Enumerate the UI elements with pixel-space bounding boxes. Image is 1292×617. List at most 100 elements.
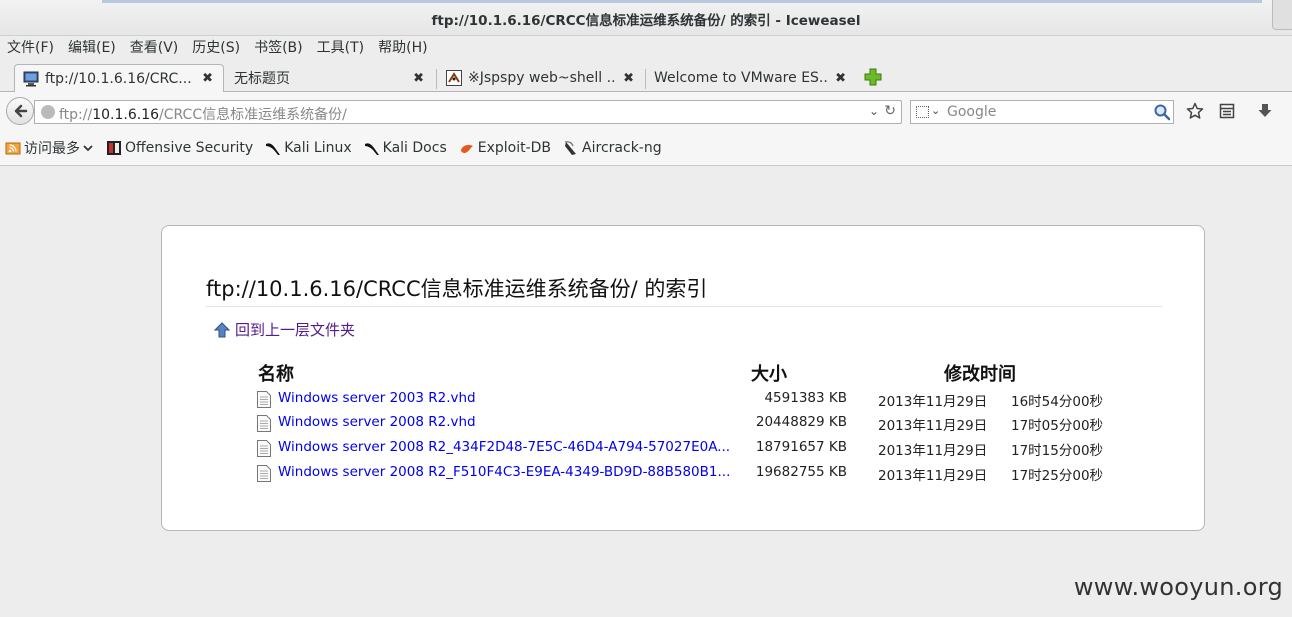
menu-edit[interactable]: 编辑(E) bbox=[68, 36, 116, 60]
tab-close-icon[interactable]: ✖ bbox=[202, 71, 213, 86]
aircrack-icon bbox=[564, 140, 577, 155]
menubar: 文件(F) 编辑(E) 查看(V) 历史(S) 书签(B) 工具(T) 帮助(H… bbox=[0, 36, 1292, 60]
bookmark-exploit-db[interactable]: Exploit-DB bbox=[459, 140, 551, 156]
bookmark-kali-linux[interactable]: Kali Linux bbox=[265, 139, 352, 156]
tab-close-icon[interactable]: ✖ bbox=[413, 71, 424, 86]
tab-bar: ftp://10.1.6.16/CRC... ✖ 无标题页 ✖ ※Jspspy … bbox=[0, 61, 1292, 93]
file-link[interactable]: Windows server 2008 R2.vhd bbox=[278, 414, 748, 430]
menu-help[interactable]: 帮助(H) bbox=[378, 36, 427, 60]
file-size: 4591383 KB bbox=[764, 390, 847, 406]
bookmark-label: Exploit-DB bbox=[477, 139, 552, 156]
url-scheme: ftp:// bbox=[59, 107, 93, 123]
exploitdb-icon bbox=[460, 144, 473, 153]
window-title: ftp://10.1.6.16/CRCC信息标准运维系统备份/ 的索引 - Ic… bbox=[431, 13, 861, 29]
tab-jspspy[interactable]: ※Jspspy web~shell ... ✖ bbox=[438, 64, 644, 92]
menu-view[interactable]: 查看(V) bbox=[130, 36, 179, 60]
file-size: 18791657 KB bbox=[755, 439, 847, 455]
window-titlebar: ftp://10.1.6.16/CRCC信息标准运维系统备份/ 的索引 - Ic… bbox=[0, 0, 1292, 36]
bookmark-label: Offensive Security bbox=[125, 139, 254, 156]
bookmark-label: 访问最多 bbox=[24, 140, 80, 157]
file-icon bbox=[257, 465, 271, 482]
file-time: 17时05分00秒 bbox=[1011, 418, 1104, 434]
directory-listing: ftp://10.1.6.16/CRCC信息标准运维系统备份/ 的索引 回到上一… bbox=[161, 225, 1205, 531]
menu-file[interactable]: 文件(F) bbox=[7, 36, 54, 60]
file-time: 17时25分00秒 bbox=[1011, 468, 1104, 484]
url-history-dropdown-icon[interactable]: ⌄ bbox=[869, 104, 879, 118]
back-arrow-icon bbox=[14, 104, 28, 118]
search-bar[interactable]: ⌄ Google bbox=[910, 100, 1174, 124]
url-text[interactable]: ftp://10.1.6.16/CRCC信息标准运维系统备份/ bbox=[59, 104, 347, 124]
watermark: www.wooyun.org bbox=[1073, 573, 1283, 601]
tab-vmware[interactable]: Welcome to VMware ES... ✖ bbox=[646, 64, 856, 92]
monitor-icon bbox=[23, 71, 39, 86]
downloads-icon[interactable] bbox=[1256, 102, 1274, 120]
file-row: Windows server 2003 R2.vhd 4591383 KB 20… bbox=[257, 388, 1137, 410]
search-engine-icon[interactable] bbox=[916, 106, 929, 118]
page-content: ftp://10.1.6.16/CRCC信息标准运维系统备份/ 的索引 回到上一… bbox=[0, 166, 1292, 617]
chevron-down-icon bbox=[83, 144, 93, 151]
tab-close-icon[interactable]: ✖ bbox=[623, 71, 634, 86]
file-date: 2013年11月29日 bbox=[878, 394, 988, 410]
tab-separator bbox=[436, 69, 437, 89]
menu-bookmarks[interactable]: 书签(B) bbox=[254, 36, 303, 60]
up-arrow-icon bbox=[214, 321, 230, 337]
bookmark-label: Kali Linux bbox=[284, 139, 352, 156]
file-icon bbox=[257, 391, 271, 408]
url-host: 10.1.6.16 bbox=[92, 107, 160, 123]
bookmarks-menu-icon[interactable] bbox=[1218, 102, 1236, 120]
kali-dragon-icon bbox=[364, 142, 379, 155]
file-link[interactable]: Windows server 2008 R2_F510F4C3-E9EA-434… bbox=[278, 464, 748, 480]
file-time: 17时15分00秒 bbox=[1011, 443, 1104, 459]
shell-icon bbox=[446, 70, 462, 86]
column-header-size[interactable]: 大小 bbox=[751, 360, 787, 386]
site-identity-icon[interactable] bbox=[41, 105, 55, 119]
page-title: ftp://10.1.6.16/CRCC信息标准运维系统备份/ 的索引 bbox=[206, 273, 1162, 307]
kali-dragon-icon bbox=[266, 142, 281, 155]
bookmark-kali-docs[interactable]: Kali Docs bbox=[364, 140, 447, 156]
search-engine-dropdown-icon[interactable]: ⌄ bbox=[931, 104, 940, 117]
tab-label: ※Jspspy web~shell ... bbox=[468, 70, 618, 86]
bookmark-star-icon[interactable] bbox=[1186, 102, 1204, 120]
file-date: 2013年11月29日 bbox=[878, 468, 988, 484]
search-icon[interactable] bbox=[1153, 103, 1171, 121]
file-icon bbox=[257, 440, 271, 457]
tab-untitled[interactable]: 无标题页 ✖ bbox=[226, 64, 434, 92]
file-icon bbox=[257, 415, 271, 432]
url-bar[interactable]: ftp://10.1.6.16/CRCC信息标准运维系统备份/ ⌄ ↻ bbox=[34, 100, 902, 124]
tab-label: 无标题页 bbox=[234, 71, 290, 87]
bookmarks-toolbar: 访问最多 Offensive Security Kali Linux Kali … bbox=[0, 130, 1292, 166]
column-header-modified[interactable]: 修改时间 bbox=[944, 360, 1016, 386]
back-button[interactable] bbox=[6, 97, 34, 125]
file-link[interactable]: Windows server 2008 R2_434F2D48-7E5C-46D… bbox=[278, 439, 748, 455]
window-control[interactable] bbox=[1272, 0, 1292, 30]
reload-icon[interactable]: ↻ bbox=[884, 103, 896, 119]
menu-history[interactable]: 历史(S) bbox=[192, 36, 240, 60]
new-tab-icon[interactable] bbox=[864, 68, 882, 86]
file-row: Windows server 2008 R2_434F2D48-7E5C-46D… bbox=[257, 437, 1137, 459]
file-size: 19682755 KB bbox=[755, 464, 847, 480]
parent-directory-link[interactable]: 回到上一层文件夹 bbox=[214, 319, 355, 340]
url-path: /CRCC信息标准运维系统备份/ bbox=[159, 107, 347, 123]
bookmark-label: Aircrack-ng bbox=[582, 139, 662, 156]
search-input[interactable]: Google bbox=[947, 104, 996, 120]
tab-ftp-index[interactable]: ftp://10.1.6.16/CRC... ✖ bbox=[14, 64, 224, 93]
file-date: 2013年11月29日 bbox=[878, 443, 988, 459]
bookmark-aircrack-ng[interactable]: Aircrack-ng bbox=[563, 140, 662, 156]
file-row: Windows server 2008 R2_F510F4C3-E9EA-434… bbox=[257, 462, 1137, 484]
offsec-icon bbox=[107, 140, 121, 155]
tab-label: ftp://10.1.6.16/CRC... bbox=[45, 70, 192, 87]
file-time: 16时54分00秒 bbox=[1011, 394, 1104, 410]
navigation-toolbar: ftp://10.1.6.16/CRCC信息标准运维系统备份/ ⌄ ↻ ⌄ Go… bbox=[0, 92, 1292, 130]
bookmark-offensive-security[interactable]: Offensive Security bbox=[106, 140, 253, 156]
file-size: 20448829 KB bbox=[755, 414, 847, 430]
file-date: 2013年11月29日 bbox=[878, 418, 988, 434]
file-row: Windows server 2008 R2.vhd 20448829 KB 2… bbox=[257, 412, 1137, 434]
titlebar-highlight bbox=[102, 0, 1262, 3]
column-header-name[interactable]: 名称 bbox=[258, 360, 294, 386]
menu-tools[interactable]: 工具(T) bbox=[317, 36, 364, 60]
parent-directory-label: 回到上一层文件夹 bbox=[235, 321, 356, 339]
tab-close-icon[interactable]: ✖ bbox=[835, 71, 846, 86]
tab-label: Welcome to VMware ES... bbox=[654, 70, 830, 86]
bookmark-most-visited[interactable]: 访问最多 bbox=[5, 138, 94, 158]
file-link[interactable]: Windows server 2003 R2.vhd bbox=[278, 390, 748, 406]
